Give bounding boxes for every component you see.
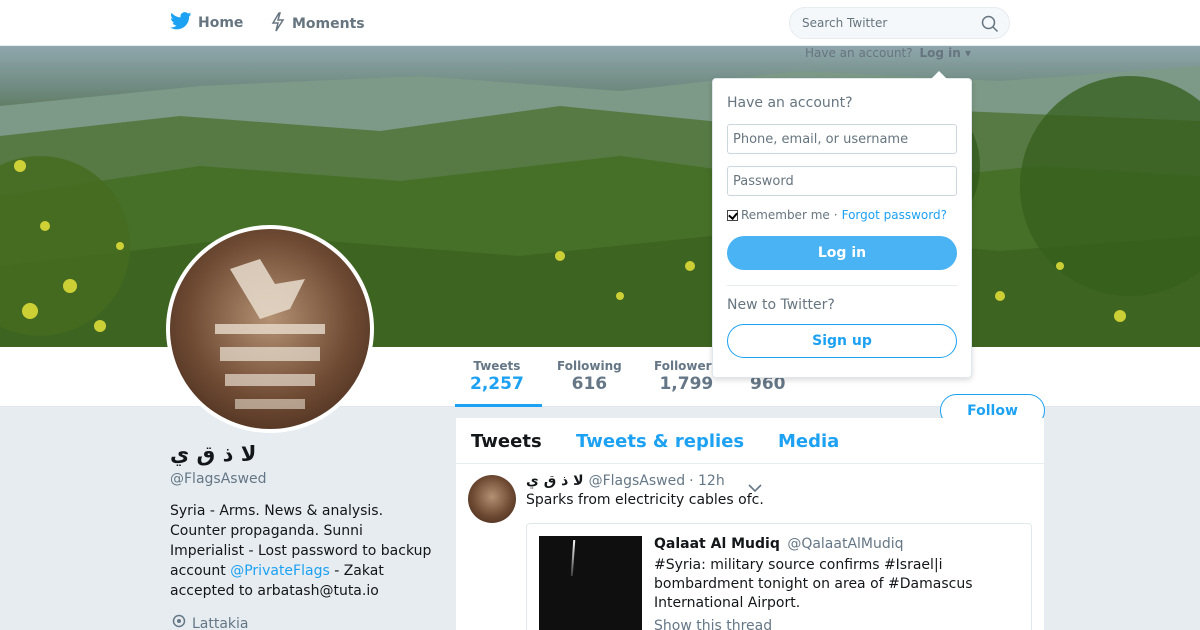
dropdown-divider — [727, 285, 957, 286]
profile-name: لا ذ ق ي — [170, 442, 257, 466]
username-field[interactable] — [727, 124, 957, 154]
tweet[interactable]: لا ذ ق ي @FlagsAswed · 12h Sparks from e… — [456, 464, 1044, 630]
account-prompt: Have an account? Log in ▾ — [805, 46, 971, 60]
tweet-text: Sparks from electricity cables ofc. — [526, 492, 764, 508]
login-button[interactable]: Log in — [727, 236, 957, 270]
nav-moments[interactable]: Moments — [270, 12, 365, 36]
stat-following-label: Following — [557, 359, 622, 373]
profile-location: Lattakia — [172, 614, 249, 630]
tweet-avatar[interactable] — [468, 475, 516, 523]
tweet-timestamp[interactable]: · 12h — [689, 473, 725, 489]
tweet-header: لا ذ ق ي @FlagsAswed · 12h — [526, 473, 725, 489]
stat-following[interactable]: Following 616 — [557, 359, 622, 394]
login-dropdown: Have an account? Remember me · Forgot pa… — [712, 71, 972, 378]
location-pin-icon — [172, 614, 192, 630]
show-thread-link[interactable]: Show this thread — [654, 618, 772, 630]
nav-home[interactable]: Home — [170, 12, 243, 34]
profile-handle: @FlagsAswed — [170, 471, 267, 487]
tab-tweets[interactable]: Tweets — [471, 431, 542, 452]
search-box — [789, 7, 1010, 39]
quoted-tweet[interactable]: Qalaat Al Mudiq @QalaatAlMudiq #Syria: m… — [526, 523, 1032, 630]
quoted-author-handle: @QalaatAlMudiq — [787, 536, 904, 552]
timeline-tabs: Tweets Tweets & replies Media — [456, 418, 1044, 464]
login-dropdown-title: Have an account? — [727, 95, 853, 111]
bird-icon — [170, 12, 198, 34]
stat-followers-value: 1,799 — [659, 374, 714, 394]
tab-tweets-replies[interactable]: Tweets & replies — [576, 431, 744, 452]
search-icon[interactable] — [981, 15, 999, 37]
stat-tweets-label: Tweets — [473, 359, 521, 373]
nav-moments-label: Moments — [292, 16, 365, 32]
password-field[interactable] — [727, 166, 957, 196]
stat-following-value: 616 — [571, 374, 608, 394]
forgot-password-link[interactable]: Forgot password? — [842, 208, 947, 222]
quoted-tweet-image[interactable] — [539, 536, 642, 630]
quoted-tweet-header: Qalaat Al Mudiq @QalaatAlMudiq — [654, 536, 904, 552]
quoted-tweet-text: #Syria: military source confirms #Israel… — [654, 557, 973, 611]
login-menu-label: Log in — [919, 46, 961, 60]
profile-bio: Syria - Arms. News & analysis. Counter p… — [170, 501, 432, 601]
remember-me-checkbox[interactable] — [727, 209, 738, 221]
timeline: Tweets Tweets & replies Media لا ذ ق ي @… — [456, 418, 1044, 630]
top-navigation-bar: Home Moments — [0, 0, 1200, 46]
signup-button[interactable]: Sign up — [727, 324, 957, 358]
stat-tweets-value: 2,257 — [470, 374, 524, 394]
new-to-twitter-text: New to Twitter? — [727, 297, 835, 313]
remember-row: Remember me · Forgot password? — [727, 208, 947, 222]
remember-me-label: Remember me — [741, 208, 830, 222]
tweet-author-handle[interactable]: @FlagsAswed — [589, 473, 686, 489]
lightning-icon — [270, 12, 292, 36]
bio-mention-link[interactable]: @PrivateFlags — [230, 563, 330, 579]
profile-avatar[interactable] — [166, 225, 374, 433]
login-menu-toggle[interactable]: Log in ▾ — [919, 46, 971, 60]
location-text: Lattakia — [192, 616, 249, 630]
quoted-author-name: Qalaat Al Mudiq — [654, 536, 780, 552]
spark-streak — [570, 539, 576, 577]
account-prompt-text: Have an account? — [805, 46, 913, 60]
tab-media[interactable]: Media — [778, 431, 839, 452]
tweet-author-name[interactable]: لا ذ ق ي — [526, 473, 584, 489]
stat-followers-label: Followers — [654, 359, 719, 373]
nav-home-label: Home — [198, 15, 244, 31]
avatar-image — [170, 229, 370, 429]
separator-dot: · — [833, 208, 838, 222]
stat-tweets[interactable]: Tweets 2,257 — [470, 359, 524, 394]
stat-followers[interactable]: Followers 1,799 — [654, 359, 719, 394]
search-input[interactable] — [802, 8, 972, 38]
active-stat-indicator — [455, 404, 542, 407]
